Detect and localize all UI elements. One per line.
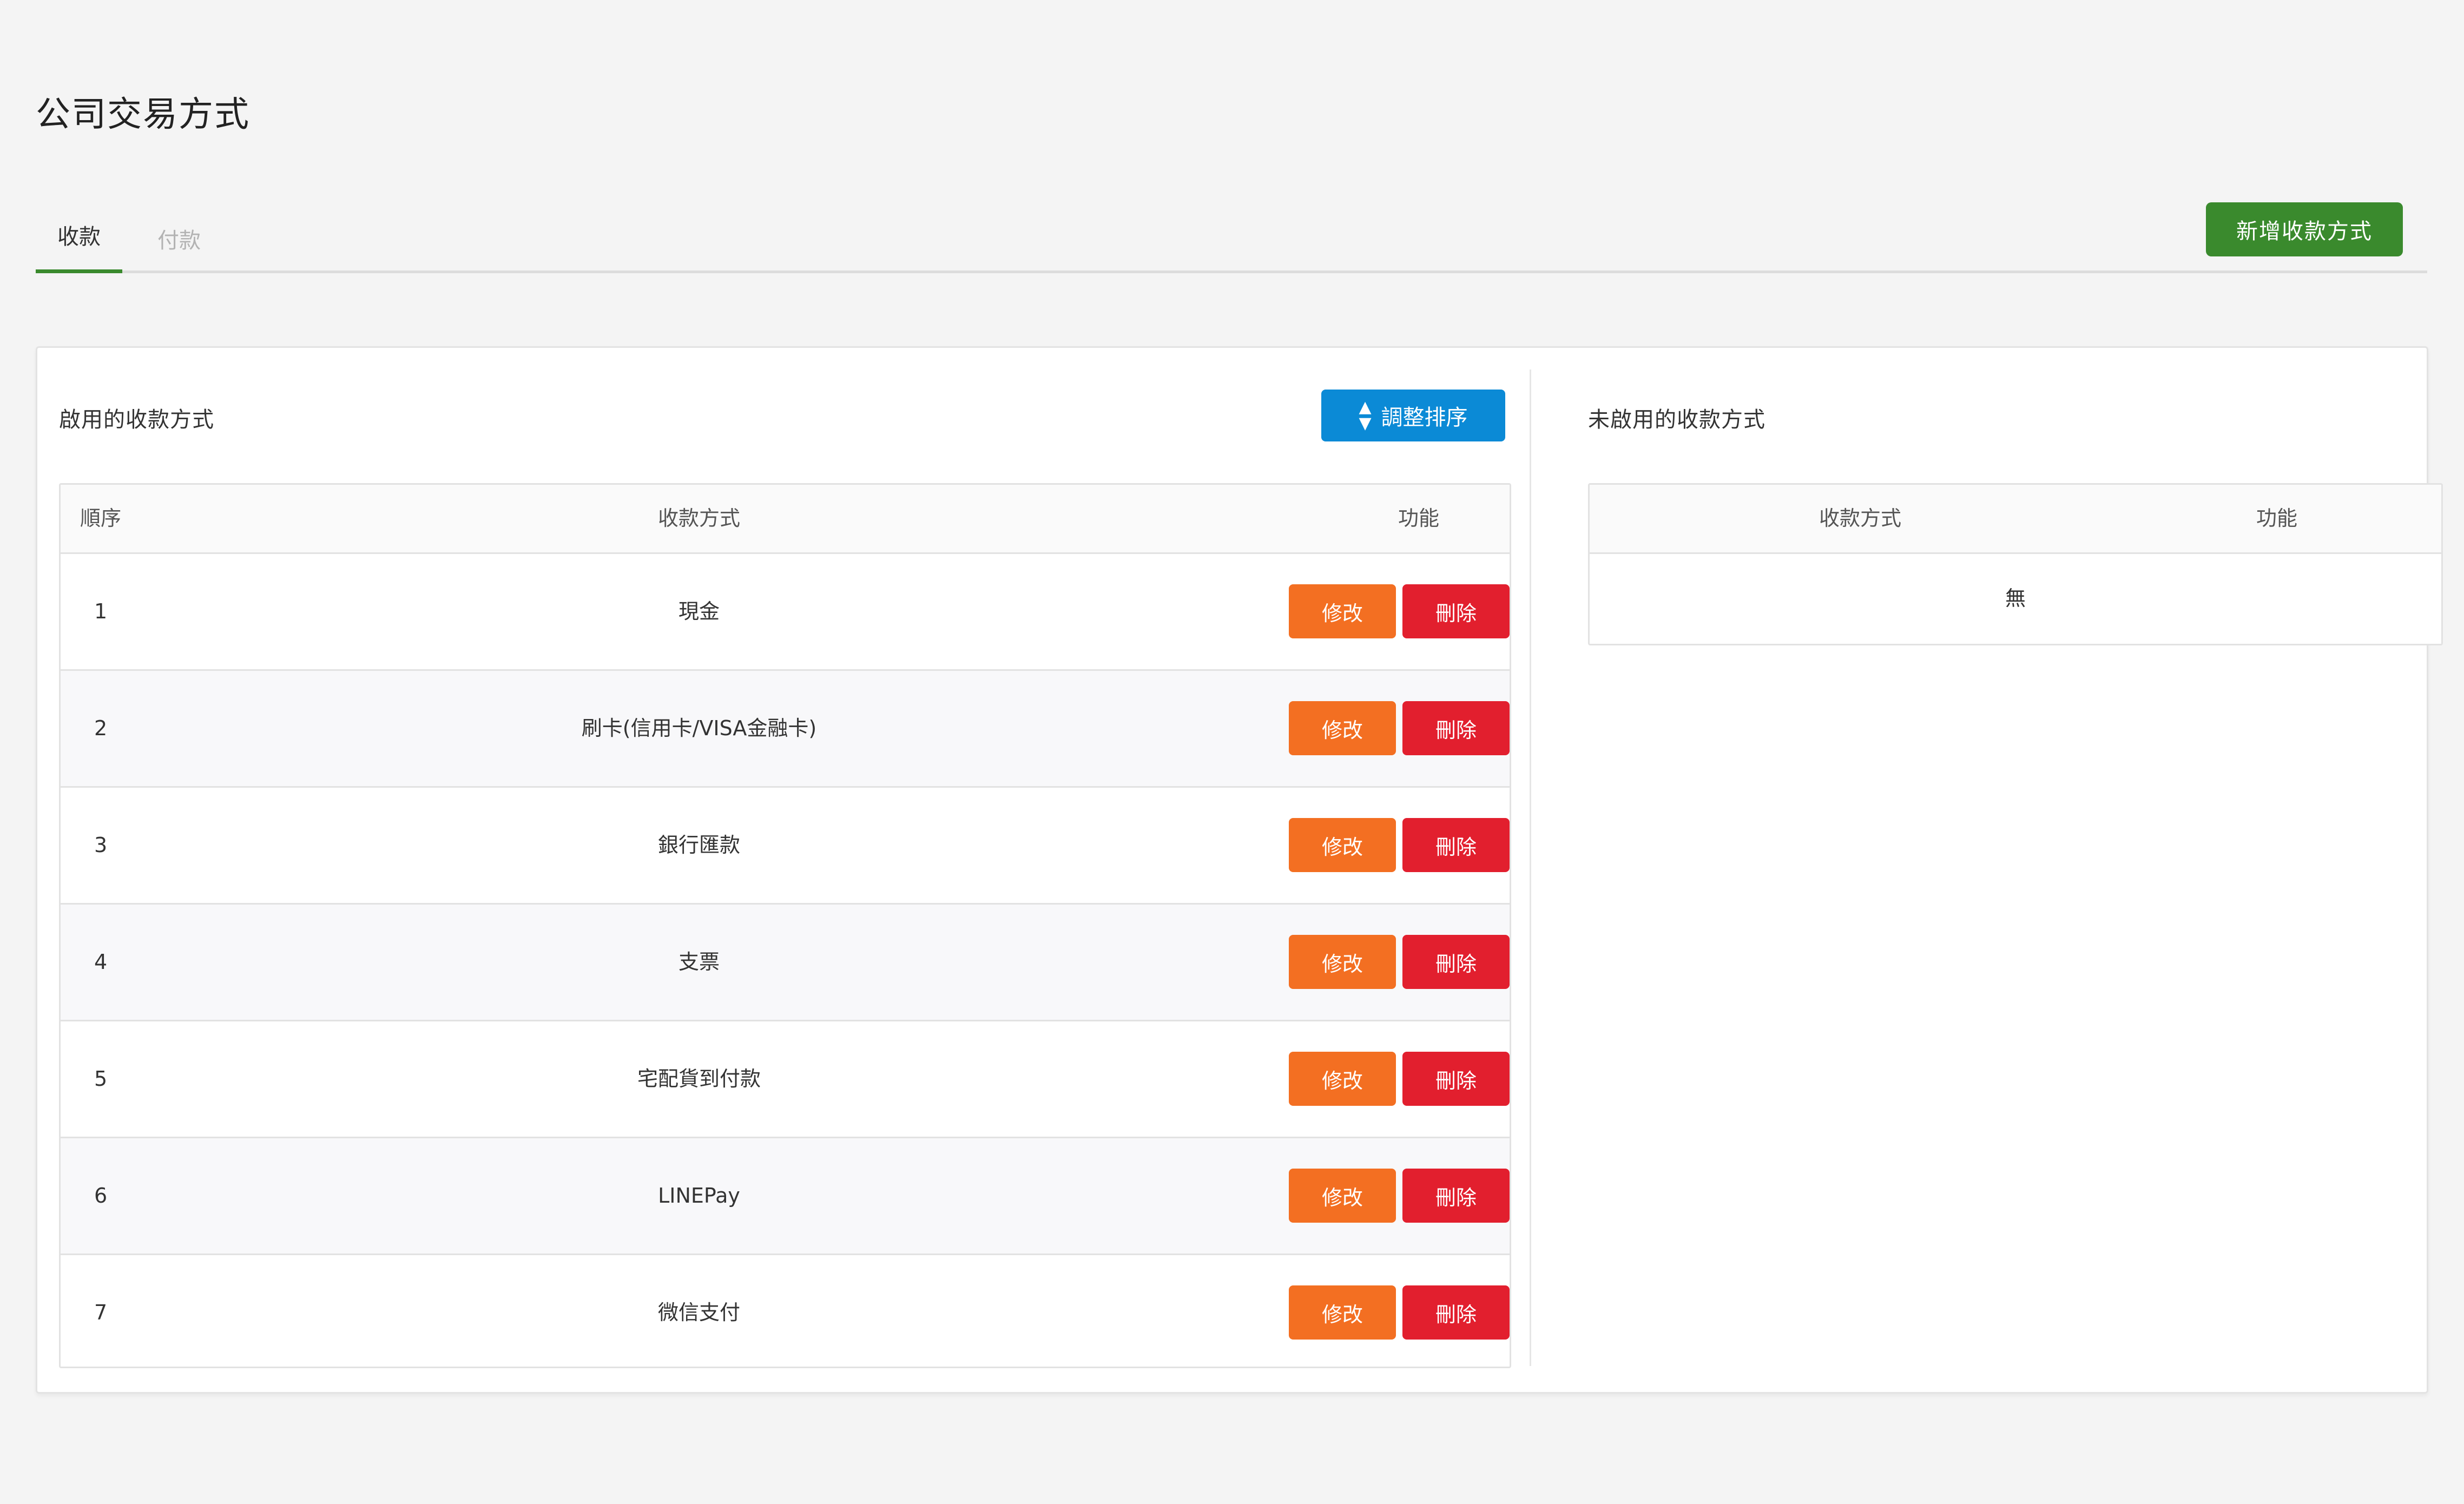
column-divider: [1530, 370, 1531, 1366]
delete-button[interactable]: 刪除: [1402, 818, 1510, 872]
delete-button[interactable]: 刪除: [1402, 1052, 1510, 1106]
table-row: 5 宅配貨到付款 修改 刪除: [61, 1021, 1510, 1138]
row-method: 現金: [678, 599, 720, 623]
empty-state-text: 無: [2005, 586, 2026, 610]
table-row: 4 支票 修改 刪除: [61, 905, 1510, 1021]
delete-button[interactable]: 刪除: [1402, 935, 1510, 989]
edit-button[interactable]: 修改: [1289, 701, 1396, 755]
row-order: 6: [94, 1184, 108, 1208]
tab-receive[interactable]: 收款: [36, 205, 122, 273]
adjust-sort-label: 調整排序: [1381, 405, 1468, 430]
column-header-actions: 功能: [2256, 506, 2297, 530]
page-title: 公司交易方式: [36, 95, 250, 135]
table-row: 2 刷卡(信用卡/VISA金融卡) 修改 刪除: [61, 671, 1510, 788]
table-row: 7 微信支付 修改 刪除: [61, 1255, 1510, 1367]
edit-button[interactable]: 修改: [1289, 1169, 1396, 1223]
row-order: 7: [94, 1301, 108, 1324]
add-payment-method-button[interactable]: 新增收款方式: [2206, 202, 2403, 256]
row-order: 5: [94, 1067, 108, 1091]
column-header-method: 收款方式: [657, 506, 740, 530]
row-method: 支票: [678, 950, 720, 974]
row-method: 微信支付: [657, 1301, 740, 1324]
tab-bar: 收款 付款: [36, 206, 2427, 273]
table-row: 1 現金 修改 刪除: [61, 554, 1510, 671]
table-header: 收款方式 功能: [1590, 485, 2441, 554]
edit-button[interactable]: 修改: [1289, 1052, 1396, 1106]
enabled-methods-table: 順序 收款方式 功能 1 現金 修改 刪除 2 刷卡(信用卡/VISA金融卡) 修改 刪除 3 銀…: [59, 483, 1511, 1368]
column-header-order: 順序: [80, 506, 122, 530]
table-row: 6 LINEPay 修改 刪除: [61, 1138, 1510, 1255]
tab-pay[interactable]: 付款: [144, 208, 214, 273]
column-header-method: 收款方式: [1819, 506, 1901, 530]
payment-methods-card: 啟用的收款方式 ▲ ▼ 調整排序 順序 收款方式 功能 1 現金 修改 刪除 2 刷卡(信用…: [36, 346, 2443, 1394]
table-body: 1 現金 修改 刪除 2 刷卡(信用卡/VISA金融卡) 修改 刪除 3 銀行匯款 修改 刪除 4 支票修…: [61, 554, 1510, 1367]
row-method: 刷卡(信用卡/VISA金融卡): [581, 716, 817, 740]
row-order: 1: [94, 599, 108, 623]
row-method: 銀行匯款: [657, 833, 740, 857]
delete-button[interactable]: 刪除: [1402, 1169, 1510, 1223]
table-header: 順序 收款方式 功能: [61, 485, 1510, 554]
row-method: LINEPay: [658, 1184, 740, 1208]
edit-button[interactable]: 修改: [1289, 1285, 1396, 1340]
column-header-actions: 功能: [1398, 506, 1439, 530]
disabled-section-title: 未啟用的收款方式: [1588, 407, 1765, 432]
row-order: 4: [94, 950, 108, 974]
enabled-section-title: 啟用的收款方式: [59, 407, 214, 432]
delete-button[interactable]: 刪除: [1402, 701, 1510, 755]
disabled-methods-table: 收款方式 功能 無: [1588, 483, 2443, 645]
edit-button[interactable]: 修改: [1289, 584, 1396, 638]
row-method: 宅配貨到付款: [637, 1067, 761, 1091]
delete-button[interactable]: 刪除: [1402, 1285, 1510, 1340]
edit-button[interactable]: 修改: [1289, 818, 1396, 872]
row-order: 3: [94, 833, 108, 857]
adjust-sort-button[interactable]: ▲ ▼ 調整排序: [1321, 390, 1505, 441]
table-row: 3 銀行匯款 修改 刪除: [61, 788, 1510, 905]
edit-button[interactable]: 修改: [1289, 935, 1396, 989]
sort-icon: ▲ ▼: [1359, 398, 1372, 433]
row-order: 2: [94, 716, 108, 740]
delete-button[interactable]: 刪除: [1402, 584, 1510, 638]
